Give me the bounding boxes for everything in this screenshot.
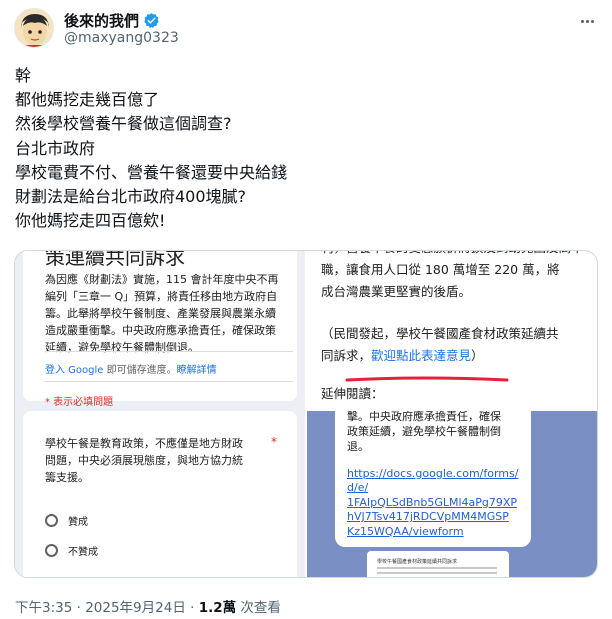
tweet-header: 後來的我們 @maxyang0323 — [14, 8, 598, 52]
question-card: 學校午餐是教育政策，不應僅是地方財政 問題，中央必須展現態度，與地方協力統 籌支… — [23, 411, 297, 577]
login-link[interactable]: 登入 Google — [45, 365, 103, 376]
form-description-line: 延續，避免學校午餐體制倒退。 — [45, 341, 199, 354]
tweet-line: 台北市政府 — [15, 138, 96, 158]
bubble-url[interactable]: https://docs.google.com/forms/ d/e/ 1FAI… — [347, 467, 518, 539]
form-description: 為因應《財劃法》實施，115 會計年度中央不再 編列「三章一 Q」預算，將責任移… — [45, 271, 293, 356]
display-name[interactable]: 後來的我們 — [64, 10, 139, 31]
option-agree[interactable]: 贊成 — [45, 513, 88, 528]
required-star: * — [271, 435, 277, 449]
more-options-icon[interactable] — [576, 10, 598, 32]
url-line: hVJ7Tsv417jRDCVpMM4MGSP — [347, 510, 509, 524]
verified-badge-icon — [144, 13, 159, 28]
article-screenshot[interactable]: 利，營養午餐的受惠族群將擴及到幼兒園及高中 職，讓食用人口從 180 萬增至 2… — [307, 251, 597, 577]
bubble-line: 退。 — [347, 440, 369, 453]
views-label: 次查看 — [240, 600, 281, 616]
media-container[interactable]: 策連續共同訴求 為因應《財劃法》實施，115 會計年度中央不再 編列「三章一 Q… — [14, 250, 598, 578]
meta-separator: · — [72, 600, 86, 616]
petition-line-2: 同訴求，歡迎點此表達意見） — [321, 345, 581, 367]
google-form-screenshot[interactable]: 策連續共同訴求 為因應《財劃法》實施，115 會計年度中央不再 編列「三章一 Q… — [15, 251, 305, 577]
form-intro-card: 策連續共同訴求 為因應《財劃法》實施，115 會計年度中央不再 編列「三章一 Q… — [23, 251, 297, 408]
link-preview-card: 學校午餐國產食材政策延續共同訴求 — [367, 551, 509, 577]
form-title: 策連續共同訴求 — [45, 251, 185, 269]
article-line: 成台灣農業更堅實的後盾。 — [321, 284, 472, 299]
divider — [45, 381, 293, 382]
handle[interactable]: @maxyang0323 — [64, 30, 179, 46]
option-label: 贊成 — [68, 517, 88, 528]
preview-title: 學校午餐國產食材政策延續共同訴求 — [377, 559, 458, 565]
tweet-time[interactable]: 下午3:35 — [15, 600, 72, 616]
url-line: 1FAIpQLSdBnb5GLMl4aPg79XP — [347, 495, 518, 509]
bubble-text: 擊。中央政府應承擔責任，確保 政策延續，避免學校午餐體制倒 退。 — [347, 411, 527, 454]
tweet-line: 然後學校營養午餐做這個調查? — [15, 114, 232, 134]
tweet-line: 都他媽挖走幾百億了 — [15, 90, 160, 110]
form-description-line: 造成嚴重衝擊。中央政府應承擔責任，確保政策 — [45, 324, 276, 337]
url-line: https://docs.google.com/forms/ — [347, 467, 519, 480]
radio-button-icon[interactable] — [45, 544, 58, 557]
option-disagree[interactable]: 不贊成 — [45, 543, 98, 558]
learn-more-link[interactable]: 瞭解詳情 — [177, 365, 217, 376]
article-text: 利，營養午餐的受惠族群將擴及到幼兒園及高中 職，讓食用人口從 180 萬增至 2… — [321, 251, 584, 303]
question-line: 學校午餐是教育政策，不應僅是地方財政 — [45, 437, 243, 450]
tweet-line: 你他媽挖走四百億欸! — [15, 211, 166, 231]
article-line: 利，營養午餐的受惠族群將擴及到幼兒園及高中 — [321, 251, 584, 259]
form-description-line: 編列「三章一 Q」預算，將責任移由地方政府自 — [45, 290, 278, 303]
meta-separator: · — [185, 600, 199, 616]
phone-screenshot: 擊。中央政府應承擔責任，確保 政策延續，避免學校午餐體制倒 退。 https:/… — [307, 411, 597, 577]
bubble-line: 擊。中央政府應承擔責任，確保 — [347, 411, 501, 423]
tweet-text: 幹 都他媽挖走幾百億了 然後學校營養午餐做這個調查? 台北市政府 學校電費不付、… — [15, 64, 595, 233]
login-rest: 即可儲存進度。 — [103, 365, 177, 376]
petition-link[interactable]: 歡迎點此表達意見 — [371, 348, 471, 363]
cartoon-face-icon — [15, 9, 53, 47]
tweet-line: 幹 — [15, 66, 32, 85]
message-bubble: 擊。中央政府應承擔責任，確保 政策延續，避免學校午餐體制倒 退。 https:/… — [335, 411, 531, 547]
petition-text: （民間發起，學校午餐國產食材政策延續共 同訴求，歡迎點此表達意見） — [321, 323, 581, 367]
petition-line: （民間發起，學校午餐國產食材政策延續共 — [321, 326, 559, 341]
option-label: 不贊成 — [68, 547, 98, 558]
petition-prefix: 同訴求， — [321, 348, 372, 363]
question-text: 學校午餐是教育政策，不應僅是地方財政 問題，中央必須展現態度，與地方協力統 籌支… — [45, 435, 265, 486]
bubble-line: 政策延續，避免學校午餐體制倒 — [347, 425, 501, 438]
tweet-line: 學校電費不付、營養午餐還要中央給錢 — [15, 162, 288, 182]
login-prompt: 登入 Google 即可儲存進度。瞭解詳情 — [45, 361, 217, 376]
tweet-line: 財劃法是給台北市政府400塊膩? — [15, 187, 247, 207]
form-description-line: 為因應《財劃法》實施，115 會計年度中央不再 — [45, 273, 279, 286]
tweet-date[interactable]: 2025年9月24日 — [85, 600, 186, 616]
avatar[interactable] — [14, 8, 54, 48]
petition-suffix: ） — [471, 348, 484, 363]
url-line: d/e/ — [347, 481, 369, 495]
required-note: * 表示必填問題 — [45, 397, 114, 408]
tweet-meta: 下午3:35 · 2025年9月24日 · 1.2萬 次查看 — [15, 596, 281, 616]
further-reading-label: 延伸閱讀： — [321, 386, 384, 401]
url-line: Kz15WQAA/viewform — [347, 524, 464, 538]
article-line: 職，讓食用人口從 180 萬增至 220 萬，將 — [321, 262, 560, 277]
views-count: 1.2萬 — [198, 600, 237, 616]
form-description-line: 籌。此舉將學校午餐制度、產業發展與農業永續 — [45, 307, 276, 320]
divider — [45, 351, 293, 352]
question-line: 問題，中央必須展現態度，與地方協力統 — [45, 454, 243, 467]
preview-text-lines — [377, 567, 497, 577]
radio-button-icon[interactable] — [45, 514, 58, 527]
question-line: 籌支援。 — [45, 471, 89, 484]
